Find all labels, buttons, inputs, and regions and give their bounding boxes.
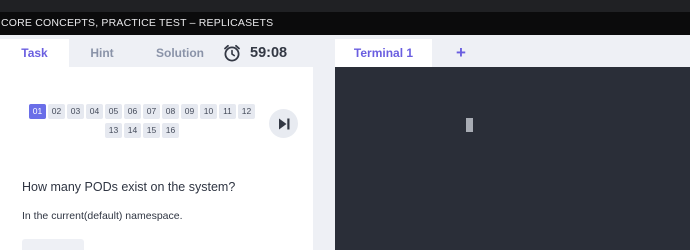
question-note: In the current(default) namespace.	[22, 210, 183, 222]
alarm-clock-icon	[224, 44, 240, 62]
question-badge-06[interactable]: 06	[124, 104, 141, 119]
question-badge-10[interactable]: 10	[200, 104, 217, 119]
tab-hint[interactable]: Hint	[69, 39, 135, 67]
question-badge-11[interactable]: 11	[219, 104, 236, 119]
window-title-bar: CORE CONCEPTS, PRACTICE TEST – REPLICASE…	[0, 12, 690, 35]
question-badge-02[interactable]: 02	[48, 104, 65, 119]
question-badge-12[interactable]: 12	[238, 104, 255, 119]
question-badge-16[interactable]: 16	[162, 123, 179, 138]
timer: 59:08	[222, 42, 287, 64]
tab-terminal-1[interactable]: Terminal 1	[335, 39, 432, 67]
question-badge-14[interactable]: 14	[124, 123, 141, 138]
question-badge-13[interactable]: 13	[105, 123, 122, 138]
question-badge-05[interactable]: 05	[105, 104, 122, 119]
question-badge-08[interactable]: 08	[162, 104, 179, 119]
question-badge-01[interactable]: 01	[29, 104, 46, 119]
question-badge-03[interactable]: 03	[67, 104, 84, 119]
question-badge-07[interactable]: 07	[143, 104, 160, 119]
add-terminal-button[interactable]: +	[451, 43, 471, 63]
tab-task[interactable]: Task	[0, 39, 69, 67]
question-badge-15[interactable]: 15	[143, 123, 160, 138]
question-badge-04[interactable]: 04	[86, 104, 103, 119]
task-tabs: Task Hint Solution 59:08	[0, 39, 313, 67]
task-content	[0, 67, 313, 250]
question-text: How many PODs exist on the system?	[22, 180, 236, 194]
window-title: CORE CONCEPTS, PRACTICE TEST – REPLICASE…	[1, 17, 274, 29]
terminal-screen[interactable]	[335, 67, 690, 250]
answer-option[interactable]	[22, 239, 84, 250]
next-question-button[interactable]	[269, 109, 298, 138]
tab-solution[interactable]: Solution	[146, 39, 214, 67]
timer-value: 59:08	[250, 45, 288, 61]
terminal-cursor	[466, 118, 473, 132]
browser-top-strip	[0, 0, 690, 12]
skip-next-icon	[278, 118, 289, 129]
question-badge-09[interactable]: 09	[181, 104, 198, 119]
terminal-panel: Terminal 1 +	[335, 35, 690, 250]
